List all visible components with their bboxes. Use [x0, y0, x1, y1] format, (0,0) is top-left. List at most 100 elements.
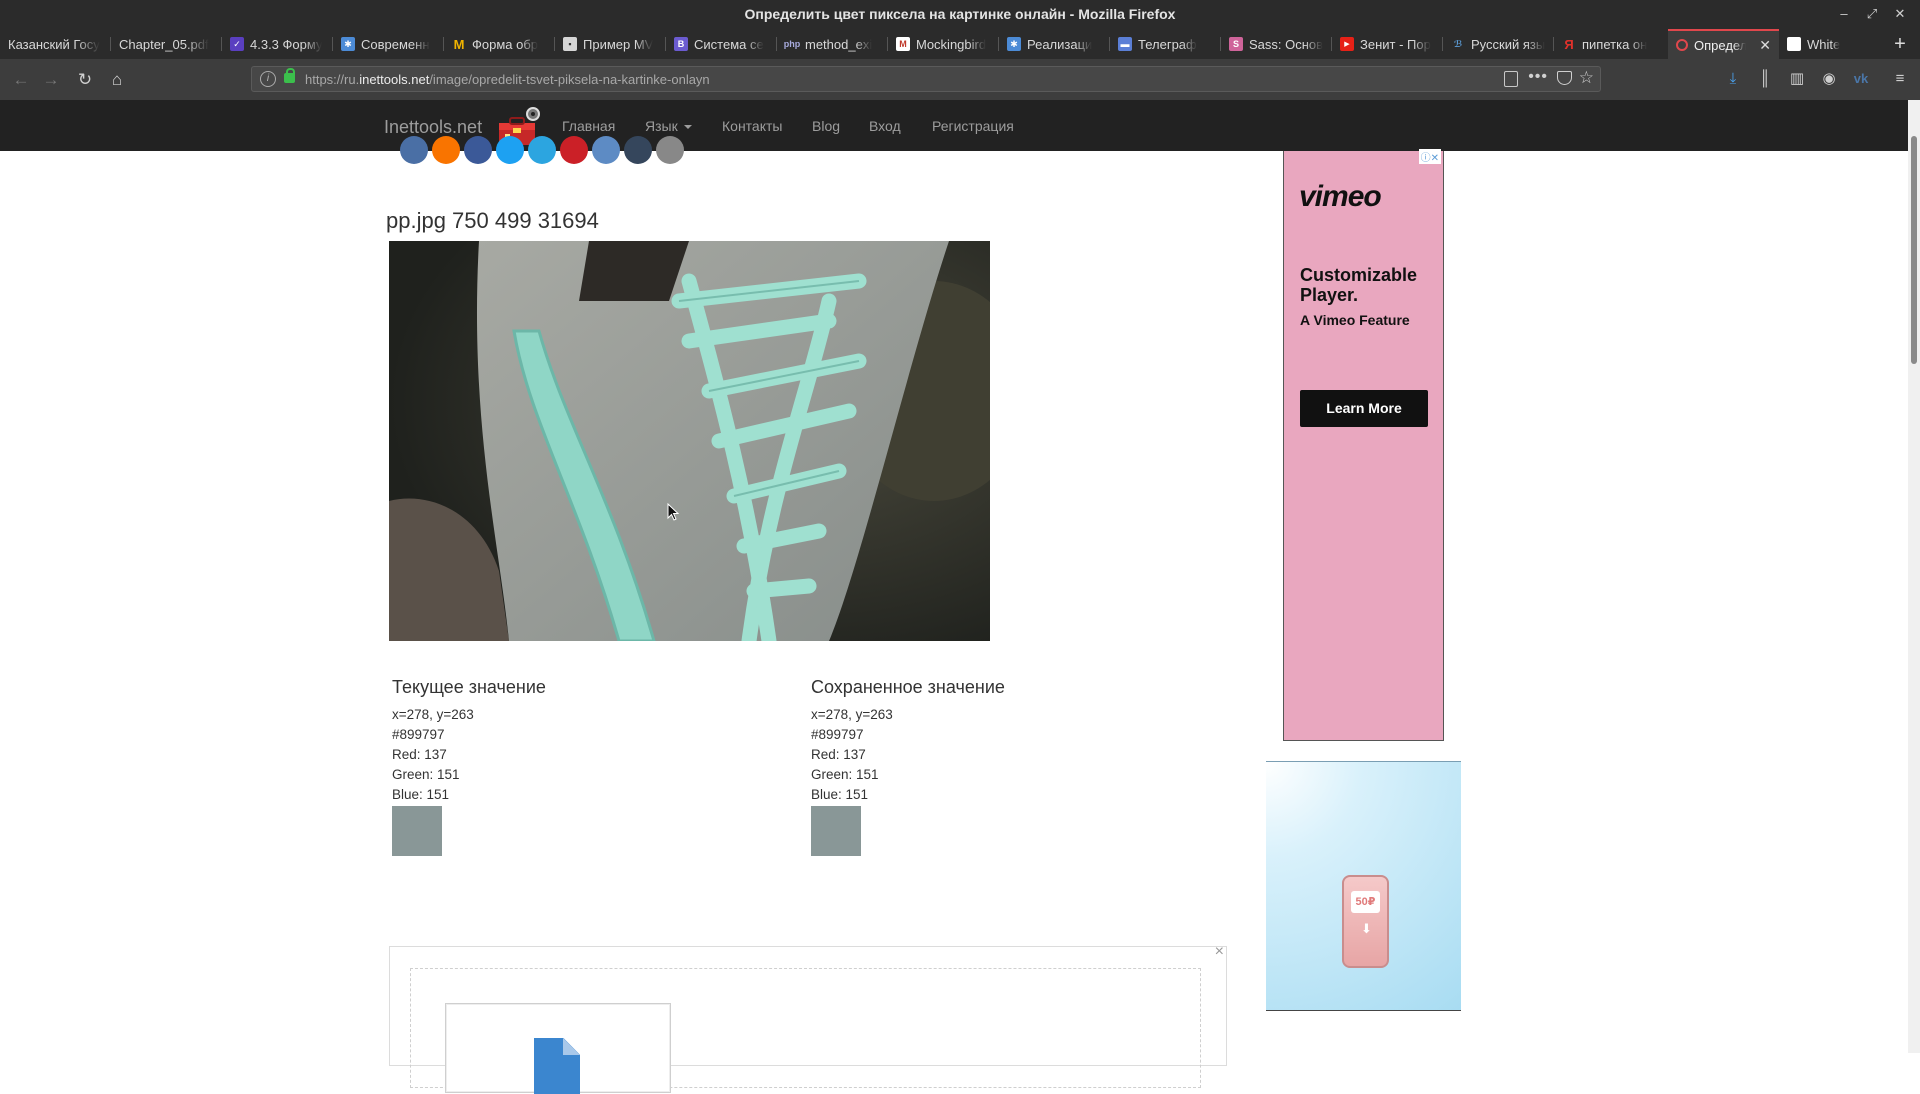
share-button[interactable]	[496, 136, 524, 164]
tab[interactable]: Казанский Госу	[0, 29, 111, 59]
learn-more-button[interactable]: Learn More	[1300, 390, 1428, 427]
forward-icon[interactable]: →	[38, 67, 64, 93]
vimeo-ad[interactable]: ⓘ✕ vimeo Customizable Player. A Vimeo Fe…	[1283, 149, 1444, 741]
share-button[interactable]	[592, 136, 620, 164]
ad-subtitle: A Vimeo Feature	[1300, 312, 1410, 328]
close-tab-icon[interactable]: ✕	[1759, 37, 1771, 54]
tab[interactable]: ▶ Зенит - Пор	[1332, 29, 1443, 59]
phone-ad[interactable]: 50₽ ⬇	[1266, 761, 1461, 1011]
image-info-heading: pp.jpg 750 499 31694	[386, 208, 599, 233]
library-icon[interactable]: ║	[1755, 69, 1775, 89]
back-icon[interactable]: ←	[8, 67, 34, 93]
tab[interactable]: Я пипетка он	[1554, 29, 1665, 59]
window-title: Определить цвет пиксела на картинке онла…	[744, 6, 1176, 22]
share-button[interactable]	[560, 136, 588, 164]
home-icon[interactable]: ⌂	[104, 67, 130, 93]
mouse-cursor-icon	[667, 503, 679, 521]
nav-login[interactable]: Вход	[869, 118, 901, 134]
site-brand[interactable]: Inettools.net	[384, 117, 482, 138]
tab-label: White	[1807, 36, 1841, 52]
tab-label: Казанский Госу	[8, 36, 100, 52]
share-button[interactable]	[528, 136, 556, 164]
nav-contacts[interactable]: Контакты	[722, 118, 782, 134]
info-icon[interactable]: i	[260, 71, 276, 87]
new-tab-icon[interactable]: +	[1888, 31, 1912, 57]
reader-view-icon[interactable]	[1504, 71, 1518, 87]
floppy-icon: ▪	[563, 37, 577, 51]
menu-icon[interactable]: ≡	[1890, 69, 1910, 89]
dropzone[interactable]	[410, 968, 1201, 1094]
tab-label: Система се	[694, 36, 764, 52]
uploaded-image[interactable]	[389, 241, 990, 641]
current-value-title: Текущее значение	[392, 677, 546, 697]
tab[interactable]: White	[1779, 29, 1890, 59]
nav-register[interactable]: Регистрация	[932, 118, 1014, 134]
share-button[interactable]	[464, 136, 492, 164]
minimize-icon[interactable]: –	[1834, 4, 1854, 24]
tab[interactable]: M Mockingbird	[888, 29, 999, 59]
adchoices-icon[interactable]: ⓘ✕	[1418, 149, 1441, 164]
tab[interactable]: ℬ Русский язы	[1443, 29, 1554, 59]
tab[interactable]: ✓ 4.3.3 Форму	[222, 29, 333, 59]
downloads-icon[interactable]: ⤓	[1723, 69, 1743, 89]
page-actions-icon[interactable]: •••	[1528, 68, 1548, 86]
sneaker-photo[interactable]	[389, 241, 990, 641]
current-coords: x=278, y=263	[392, 707, 474, 722]
favicon-icon: B	[674, 37, 688, 51]
url-text[interactable]: https://ru.inettools.net/image/opredelit…	[305, 72, 710, 87]
url-domain: inettools.net	[359, 72, 430, 87]
pocket-icon[interactable]	[1557, 71, 1572, 85]
tab[interactable]: php method_exi	[777, 29, 888, 59]
tab[interactable]: ▬ Телеграф	[1110, 29, 1221, 59]
tab-active[interactable]: Определ ✕	[1668, 29, 1779, 59]
tab[interactable]: B Система се	[666, 29, 777, 59]
current-hex: #899797	[392, 727, 445, 742]
tab[interactable]: ✱ Реализаци	[999, 29, 1110, 59]
bookmark-star-icon[interactable]: ☆	[1579, 68, 1594, 88]
phone-screen-text: 50₽	[1351, 891, 1380, 913]
ad-headline-line2: Player.	[1300, 285, 1359, 305]
close-window-icon[interactable]: ✕	[1890, 4, 1910, 24]
favicon-icon: ✱	[341, 37, 355, 51]
current-green: Green: 151	[392, 767, 460, 782]
tab-strip: Казанский Госу Chapter_05.pdf ✓ 4.3.3 Фо…	[0, 29, 1920, 59]
nav-home[interactable]: Главная	[562, 118, 615, 134]
tab-label: Русский язы	[1471, 36, 1546, 52]
nav-language[interactable]: Язык	[645, 118, 692, 134]
file-card[interactable]	[445, 1003, 671, 1094]
account-icon[interactable]: ◉	[1819, 69, 1839, 89]
ad-headline-line1: Customizable	[1300, 265, 1418, 285]
scrollbar-thumb[interactable]	[1911, 136, 1917, 364]
close-icon[interactable]: ×	[1215, 943, 1224, 961]
tab[interactable]: Chapter_05.pdf	[111, 29, 222, 59]
tab[interactable]: ✱ Современн	[333, 29, 444, 59]
page-scrollbar[interactable]	[1908, 100, 1920, 1053]
maximize-icon[interactable]: ⤢	[1862, 4, 1882, 24]
vk-icon[interactable]: vk	[1851, 69, 1871, 89]
share-button[interactable]	[656, 136, 684, 164]
favicon-icon: ✓	[230, 37, 244, 51]
tab-label: method_exi	[805, 36, 873, 52]
current-red: Red: 137	[392, 747, 447, 762]
saved-coords: x=278, y=263	[811, 707, 893, 722]
tab[interactable]: M Форма обр	[444, 29, 555, 59]
tab-label: Зенит - Пор	[1360, 36, 1431, 52]
tab[interactable]: ▪ Пример MV	[555, 29, 666, 59]
favicon-icon	[1676, 39, 1688, 51]
saved-green: Green: 151	[811, 767, 879, 782]
tab-label: Телеграф	[1138, 36, 1197, 52]
reload-icon[interactable]: ↻	[72, 67, 98, 93]
site-navbar: Inettools.net Главная Язык Контакты Blog…	[0, 100, 1908, 151]
nav-language-label: Язык	[645, 118, 678, 134]
share-button[interactable]	[432, 136, 460, 164]
chat-icon: ▬	[1118, 37, 1132, 51]
tab-label: Определ	[1694, 37, 1746, 53]
address-bar[interactable]: i https://ru.inettools.net/image/opredel…	[251, 66, 1601, 92]
share-button[interactable]	[400, 136, 428, 164]
nav-blog[interactable]: Blog	[812, 118, 840, 134]
sidebar-icon[interactable]: ▥	[1787, 69, 1807, 89]
favicon-icon	[1787, 37, 1801, 51]
window-titlebar: Определить цвет пиксела на картинке онла…	[0, 0, 1920, 29]
tab[interactable]: S Sass: Основ	[1221, 29, 1332, 59]
share-button[interactable]	[624, 136, 652, 164]
